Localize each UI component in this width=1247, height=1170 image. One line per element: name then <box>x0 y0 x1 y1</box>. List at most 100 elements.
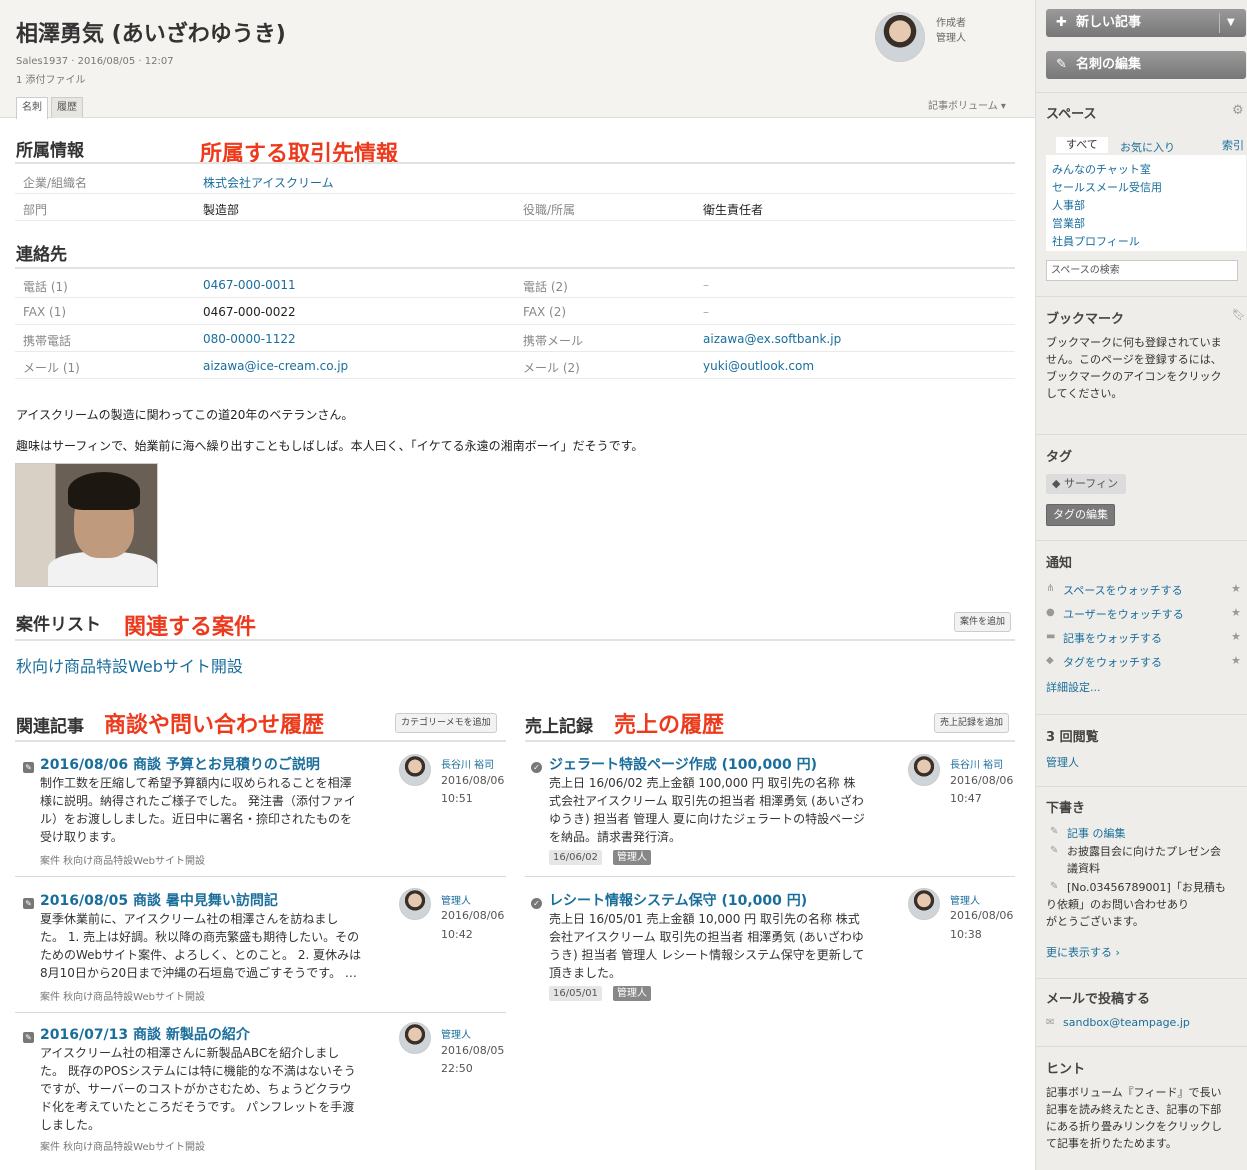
comment-icon: ▬ <box>1046 631 1056 642</box>
article-author[interactable]: 管理人 <box>441 892 471 907</box>
space-tab-favorites[interactable]: お気に入り <box>1120 139 1175 155</box>
watch-tag-link[interactable]: タグをウォッチする <box>1063 654 1162 670</box>
tag-chip[interactable]: ◆ サーフィン <box>1046 474 1127 494</box>
new-article-label: 新しい記事 <box>1076 15 1142 30</box>
draft-link[interactable]: 記事 の編集 <box>1067 825 1126 841</box>
divider <box>15 876 506 877</box>
edit-tags-button[interactable]: タグの編集 <box>1046 504 1115 526</box>
new-article-button[interactable]: ✚ 新しい記事 ▼ <box>1046 9 1246 37</box>
divider <box>525 876 1015 877</box>
article-title-link[interactable]: 2016/08/05 商談 暑中見舞い訪問記 <box>40 890 278 910</box>
show-more-link[interactable]: 更に表示する › <box>1046 944 1120 960</box>
article-category[interactable]: 案件 秋向け商品特設Webサイト開設 <box>40 1138 205 1153</box>
bookmark-icon[interactable]: 🔖︎ <box>1232 308 1246 321</box>
company-link[interactable]: 株式会社アイスクリーム <box>203 174 334 191</box>
space-tab-index[interactable]: 索引 <box>1222 137 1244 153</box>
check-circle-icon: ✓ <box>531 898 542 909</box>
email1-link[interactable]: aizawa@ice-cream.co.jp <box>203 359 348 373</box>
article-category[interactable]: 案件 秋向け商品特設Webサイト開設 <box>40 988 205 1003</box>
case-link[interactable]: 秋向け商品特設Webサイト開設 <box>16 653 243 677</box>
contact-row <box>15 352 1015 379</box>
space-item[interactable]: 社員プロフィール <box>1052 233 1140 249</box>
sales-time: 10:47 <box>950 792 982 805</box>
plus-icon: ✚ <box>1056 15 1067 30</box>
space-tab-all[interactable]: すべて <box>1056 137 1108 153</box>
sales-date-chip[interactable]: 16/06/02 <box>549 850 602 865</box>
gear-icon[interactable]: ⚙ <box>1232 103 1244 118</box>
draft-link[interactable]: [No.03456789001]「お見積も り依頼」のお問い合わせあり がとうござい… <box>1046 879 1226 930</box>
add-case-button[interactable]: 案件を追加 <box>954 612 1012 632</box>
add-category-memo-button[interactable]: カテゴリーメモを追加 <box>395 713 497 733</box>
avatar[interactable] <box>908 888 940 920</box>
space-item[interactable]: みんなのチャット室 <box>1052 161 1151 177</box>
department-row <box>15 194 1015 221</box>
sales-date-chip[interactable]: 16/05/01 <box>549 986 602 1001</box>
email2-label: メール (2) <box>523 361 580 375</box>
article-author[interactable]: 管理人 <box>441 1026 471 1041</box>
attachment-count[interactable]: 1 添付ファイル <box>16 71 86 86</box>
article-volume-dropdown[interactable]: 記事ボリューム ▾ <box>928 97 1006 112</box>
envelope-icon: ✉ <box>1046 1017 1055 1028</box>
add-sales-record-button[interactable]: 売上記録を追加 <box>934 713 1010 733</box>
chevron-down-icon[interactable]: ▼ <box>1227 9 1235 37</box>
watch-space-link[interactable]: スペースをウォッチする <box>1063 582 1183 598</box>
article-date: 2016/08/05 <box>441 1044 505 1057</box>
sales-author[interactable]: 長谷川 裕司 <box>950 756 1003 771</box>
tab-card[interactable]: 名刺 <box>16 97 48 119</box>
sales-title-link[interactable]: ジェラート特設ページ作成 (100,000 円) <box>549 754 817 774</box>
phone2-value: – <box>703 278 709 292</box>
article-title-link[interactable]: 2016/07/13 商談 新製品の紹介 <box>40 1024 250 1044</box>
avatar[interactable] <box>399 1022 431 1054</box>
mobile-mail-label: 携帯メール <box>523 334 584 348</box>
space-item[interactable]: 人事部 <box>1052 197 1085 213</box>
avatar[interactable] <box>399 754 431 786</box>
pencil-icon: ✎ <box>1050 845 1059 856</box>
author-avatar[interactable] <box>875 12 925 62</box>
article-date: 2016/08/06 <box>441 774 505 787</box>
tab-history[interactable]: 履歴 <box>51 97 83 118</box>
article-title-link[interactable]: 2016/08/06 商談 予算とお見積りのご説明 <box>40 754 320 774</box>
mobile-mail-link[interactable]: aizawa@ex.softbank.jp <box>703 332 841 346</box>
draft-link[interactable]: お披露目会に向けたプレゼン会 議資料 <box>1067 843 1221 877</box>
space-search-input[interactable]: スペースの検索 <box>1046 260 1238 281</box>
author-name[interactable]: 管理人 <box>936 29 966 44</box>
article-author[interactable]: 長谷川 裕司 <box>441 756 494 771</box>
viewer-link[interactable]: 管理人 <box>1046 754 1079 770</box>
star-icon[interactable]: ★ <box>1231 582 1241 595</box>
email2-link[interactable]: yuki@outlook.com <box>703 359 814 373</box>
sitemap-icon: ⋔ <box>1046 583 1055 594</box>
phone1-link[interactable]: 0467-000-0011 <box>203 278 296 292</box>
contact-row <box>15 325 1015 352</box>
watch-user-link[interactable]: ユーザーをウォッチする <box>1063 606 1184 622</box>
divider <box>15 162 1015 164</box>
detail-settings-link[interactable]: 詳細設定... <box>1046 679 1101 695</box>
avatar[interactable] <box>399 888 431 920</box>
sales-user-chip[interactable]: 管理人 <box>613 850 651 865</box>
sales-title-link[interactable]: レシート情報システム保守 (10,000 円) <box>549 890 807 910</box>
star-icon[interactable]: ★ <box>1231 654 1241 667</box>
profile-photo[interactable] <box>15 463 158 587</box>
article-category[interactable]: 案件 秋向け商品特設Webサイト開設 <box>40 852 205 867</box>
drafts-heading: 下書き <box>1046 801 1086 816</box>
mail-address-link[interactable]: sandbox@teampage.jp <box>1063 1016 1190 1029</box>
bookmark-heading: ブックマーク <box>1046 312 1125 327</box>
pencil-icon: ✎ <box>23 1032 34 1043</box>
author-role-label: 作成者 <box>936 18 966 29</box>
avatar[interactable] <box>908 754 940 786</box>
sales-date: 2016/08/06 <box>950 774 1014 787</box>
sales-user-chip[interactable]: 管理人 <box>613 986 651 1001</box>
phone1-label: 電話 (1) <box>23 280 68 294</box>
space-item[interactable]: セールスメール受信用 <box>1052 179 1162 195</box>
views-heading: 3 回閲覧 <box>1046 730 1099 745</box>
edit-card-button[interactable]: ✎ 名刺の編集 <box>1046 51 1246 79</box>
watch-article-link[interactable]: 記事をウォッチする <box>1063 630 1162 646</box>
star-icon[interactable]: ★ <box>1231 630 1241 643</box>
space-item[interactable]: 営業部 <box>1052 215 1085 231</box>
divider <box>15 1012 506 1013</box>
mobile-link[interactable]: 080-0000-1122 <box>203 332 296 346</box>
divider <box>15 267 1015 269</box>
star-icon[interactable]: ★ <box>1231 606 1241 619</box>
case-list-annotation: 関連する案件 <box>124 615 257 640</box>
sales-author[interactable]: 管理人 <box>950 892 980 907</box>
mail-post-heading: メールで投稿する <box>1046 992 1151 1007</box>
